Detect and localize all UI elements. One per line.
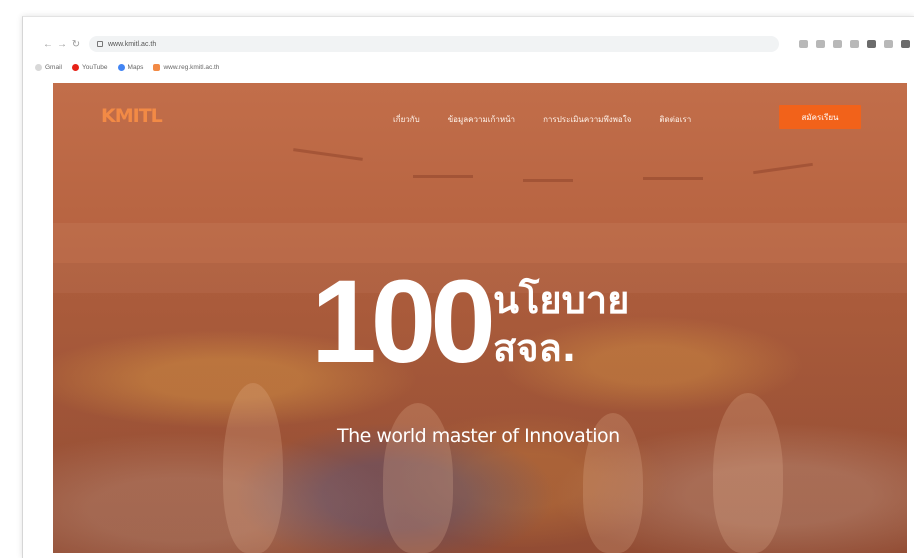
extension-icons: [799, 40, 910, 48]
bookmarks-bar: Gmail YouTube Maps www.reg.kmitl.ac.th: [35, 60, 219, 74]
profile-avatar-icon[interactable]: [901, 40, 910, 48]
hero-title-line1: นโยบาย: [493, 278, 630, 322]
youtube-icon: [71, 63, 79, 71]
gmail-icon: [35, 63, 42, 71]
site-nav: เกี่ยวกับ ข้อมูลความเก้าหน้า การประเมินค…: [393, 113, 691, 126]
bookmark-youtube[interactable]: YouTube: [71, 63, 108, 71]
ceiling-beam: [643, 177, 703, 180]
url-text: www.kmitl.ac.th: [108, 40, 157, 48]
lock-icon: [97, 41, 103, 47]
puzzle-icon[interactable]: [867, 40, 876, 48]
person-silhouette: [713, 393, 783, 553]
bookmark-gmail[interactable]: Gmail: [35, 63, 62, 71]
zoom-icon[interactable]: [816, 40, 825, 48]
kmitl-favicon-icon: [153, 63, 161, 71]
ceiling-beam: [523, 179, 573, 182]
bookmark-label: Gmail: [45, 63, 62, 71]
ceiling-beam: [413, 175, 473, 178]
sidebar-icon[interactable]: [884, 40, 893, 48]
bookmark-label: YouTube: [81, 63, 108, 71]
bookmark-label: www.reg.kmitl.ac.th: [163, 63, 220, 71]
reload-icon[interactable]: ↻: [69, 37, 83, 51]
address-bar[interactable]: www.kmitl.ac.th: [89, 36, 779, 52]
kmitl-logo[interactable]: KMITL: [101, 105, 163, 127]
hero-tagline: The world master of Innovation: [337, 425, 620, 447]
bookmark-label: Maps: [127, 63, 144, 71]
share-icon[interactable]: [799, 40, 808, 48]
ceiling-beam: [293, 148, 363, 161]
hero-title-line2: สจล.: [493, 326, 577, 370]
webpage-hero: KMITL เกี่ยวกับ ข้อมูลความเก้าหน้า การปร…: [53, 83, 907, 553]
maps-icon: [117, 63, 125, 71]
browser-toolbar: ← → ↻ www.kmitl.ac.th: [23, 33, 914, 55]
bookmark-reg-kmitl[interactable]: www.reg.kmitl.ac.th: [153, 63, 220, 71]
nav-link-about[interactable]: เกี่ยวกับ: [393, 113, 420, 126]
back-icon[interactable]: ←: [41, 37, 55, 51]
nav-link-progress[interactable]: ข้อมูลความเก้าหน้า: [448, 113, 515, 126]
person-silhouette: [223, 383, 283, 553]
nav-link-contact[interactable]: ติดต่อเรา: [659, 113, 691, 126]
ceiling-beam: [753, 162, 813, 175]
star-icon[interactable]: [833, 40, 842, 48]
browser-window: ← → ↻ www.kmitl.ac.th Gmail YouTube Maps…: [22, 16, 914, 558]
apply-button[interactable]: สมัครเรียน: [779, 105, 861, 129]
hero-number: 100: [311, 256, 496, 388]
extension-icon[interactable]: [850, 40, 859, 48]
bookmark-maps[interactable]: Maps: [117, 63, 144, 71]
nav-link-survey[interactable]: การประเมินความพึงพอใจ: [543, 113, 631, 126]
forward-icon[interactable]: →: [55, 37, 69, 51]
